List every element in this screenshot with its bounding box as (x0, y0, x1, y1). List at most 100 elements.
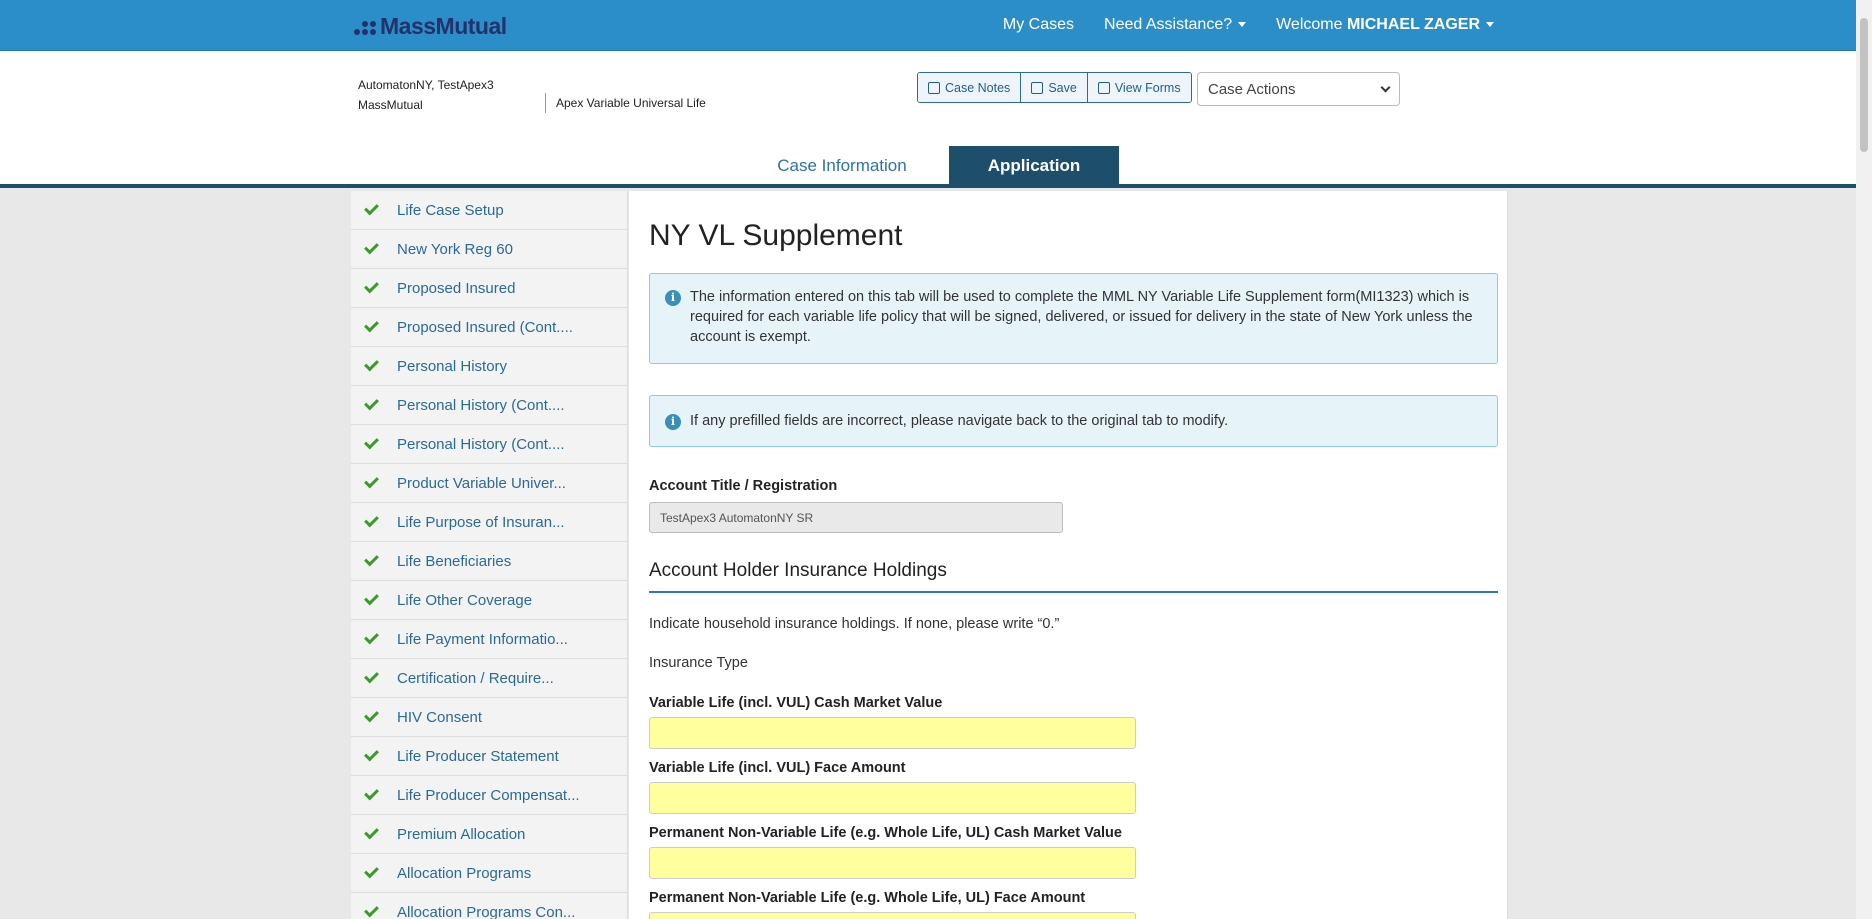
checkmark-icon (364, 395, 379, 411)
save-label: Save (1048, 80, 1077, 95)
section-title: Account Holder Insurance Holdings (649, 560, 947, 581)
sidebar-item-label: Personal History (Cont.... (397, 435, 565, 453)
massmutual-logo[interactable]: MassMutual (354, 13, 507, 40)
floppy-disk-icon (1031, 81, 1044, 94)
checkmark-icon (364, 317, 379, 333)
vl-cash-value-input[interactable] (649, 717, 1136, 749)
insured-name: AutomatonNY, TestApex3 (358, 78, 494, 92)
case-actions-value: Case Actions (1208, 80, 1296, 98)
user-menu[interactable]: Welcome MICHAEL ZAGER (1276, 16, 1494, 34)
sidebar-item-label: Personal History (397, 357, 508, 375)
sidebar-item-label: Life Case Setup (397, 201, 504, 219)
sidebar-item-label: Allocation Programs Con... (397, 903, 576, 919)
checkmark-icon (364, 239, 379, 255)
save-button[interactable]: Save (1021, 73, 1088, 102)
scrollbar-thumb[interactable] (1860, 18, 1868, 152)
nonvl-cash-value-label: Permanent Non-Variable Life (e.g. Whole … (649, 825, 1122, 841)
insurance-type-label: Insurance Type (649, 655, 748, 671)
sidebar-item-label: Life Other Coverage (397, 591, 533, 609)
checkmark-icon (364, 902, 379, 918)
sidebar-item[interactable]: Life Purpose of Insuran... (351, 503, 627, 542)
view-forms-button[interactable]: View Forms (1087, 73, 1191, 102)
caret-down-icon (1486, 22, 1494, 28)
instructions-text: Indicate household insurance holdings. I… (649, 616, 1060, 632)
sidebar-item-label: Life Purpose of Insuran... (397, 513, 565, 531)
checkmark-icon (364, 278, 379, 294)
sidebar-item[interactable]: Personal History (Cont.... (351, 425, 627, 464)
case-actions-select[interactable]: Case Actions (1197, 72, 1400, 106)
checkmark-icon (364, 356, 379, 372)
application-sidebar: Life Case Setup New York Reg 60 Proposed I… (351, 191, 628, 919)
welcome-label: Welcome (1276, 16, 1343, 33)
account-title-label: Account Title / Registration (649, 478, 838, 494)
case-header: AutomatonNY, TestApex3 MassMutual (358, 75, 494, 115)
sidebar-item-label: HIV Consent (397, 708, 483, 726)
checkmark-icon (364, 512, 379, 528)
nav-links: My Cases Need Assistance? Welcome MICHAE… (1003, 16, 1494, 34)
checkmark-icon (364, 785, 379, 801)
tab-application[interactable]: Application (949, 146, 1119, 185)
sidebar-item-label: Product Variable Univer... (397, 474, 566, 492)
my-cases-link[interactable]: My Cases (1003, 16, 1074, 34)
alert-text: If any prefilled fields are incorrect, p… (690, 413, 1229, 429)
top-nav-bar: MassMutual My Cases Need Assistance? Wel… (0, 0, 1856, 51)
sidebar-item-label: Allocation Programs (397, 864, 532, 882)
view-forms-label: View Forms (1114, 80, 1181, 95)
tab-case-information[interactable]: Case Information (749, 146, 935, 185)
need-assistance-label: Need Assistance? (1104, 16, 1233, 33)
alert-text: The information entered on this tab will… (690, 289, 1473, 345)
sidebar-item[interactable]: Premium Allocation (351, 815, 627, 854)
logo-dots-icon (354, 18, 376, 36)
sidebar-item-label: Certification / Require... (397, 669, 554, 687)
page-scrollbar[interactable] (1856, 0, 1872, 919)
account-title-value: TestApex3 AutomatonNY SR (660, 510, 814, 525)
sidebar-item[interactable]: Proposed Insured (Cont.... (351, 308, 627, 347)
sidebar-item-label: Premium Allocation (397, 825, 526, 843)
vl-cash-value-label: Variable Life (incl. VUL) Cash Market Va… (649, 695, 943, 711)
sidebar-item-label: Life Payment Informatio... (397, 630, 568, 648)
sidebar-item-label: Life Beneficiaries (397, 552, 512, 570)
checkmark-icon (364, 473, 379, 489)
sidebar-item[interactable]: Allocation Programs Con... (351, 893, 627, 919)
vl-face-amount-label: Variable Life (incl. VUL) Face Amount (649, 760, 906, 776)
sidebar-item[interactable]: HIV Consent (351, 698, 627, 737)
vl-face-amount-input[interactable] (649, 782, 1136, 814)
edit-icon (928, 81, 940, 94)
sidebar-item[interactable]: Personal History (351, 347, 627, 386)
sidebar-item-label: New York Reg 60 (397, 240, 513, 258)
checkmark-icon (364, 434, 379, 450)
nonvl-cash-value-input[interactable] (649, 847, 1136, 879)
info-icon: i (665, 414, 681, 430)
sidebar-item[interactable]: Life Other Coverage (351, 581, 627, 620)
sidebar-item[interactable]: Allocation Programs (351, 854, 627, 893)
checkmark-icon (364, 824, 379, 840)
pdf-file-icon (1097, 81, 1110, 94)
sidebar-item[interactable]: Proposed Insured (351, 269, 627, 308)
sidebar-item[interactable]: Life Producer Statement (351, 737, 627, 776)
nonvl-face-amount-label: Permanent Non-Variable Life (e.g. Whole … (649, 890, 1086, 906)
need-assistance-menu[interactable]: Need Assistance? (1104, 16, 1247, 34)
sidebar-item[interactable]: Certification / Require... (351, 659, 627, 698)
sidebar-item[interactable]: Life Beneficiaries (351, 542, 627, 581)
checkmark-icon (364, 668, 379, 684)
sidebar-item[interactable]: Life Payment Informatio... (351, 620, 627, 659)
sidebar-item-label: Proposed Insured (Cont.... (397, 318, 573, 336)
case-notes-label: Case Notes (945, 80, 1011, 95)
sidebar-item[interactable]: New York Reg 60 (351, 230, 627, 269)
checkmark-icon (364, 746, 379, 762)
section-divider (649, 591, 1498, 593)
sidebar-item[interactable]: Life Producer Compensat... (351, 776, 627, 815)
nonvl-face-amount-input[interactable] (649, 912, 1136, 919)
chevron-down-icon (1380, 82, 1391, 92)
checkmark-icon (364, 629, 379, 645)
logo-text: MassMutual (380, 13, 507, 39)
sidebar-item[interactable]: Product Variable Univer... (351, 464, 627, 503)
sidebar-item[interactable]: Personal History (Cont.... (351, 386, 627, 425)
case-notes-button[interactable]: Case Notes (918, 73, 1022, 102)
checkmark-icon (364, 707, 379, 723)
sidebar-item-label: Proposed Insured (397, 279, 516, 297)
sidebar-item[interactable]: Life Case Setup (351, 191, 627, 230)
case-toolbar: Case Notes Save View Forms (917, 72, 1192, 103)
main-panel: NY VL Supplement i The information enter… (629, 191, 1508, 919)
checkmark-icon (364, 590, 379, 606)
